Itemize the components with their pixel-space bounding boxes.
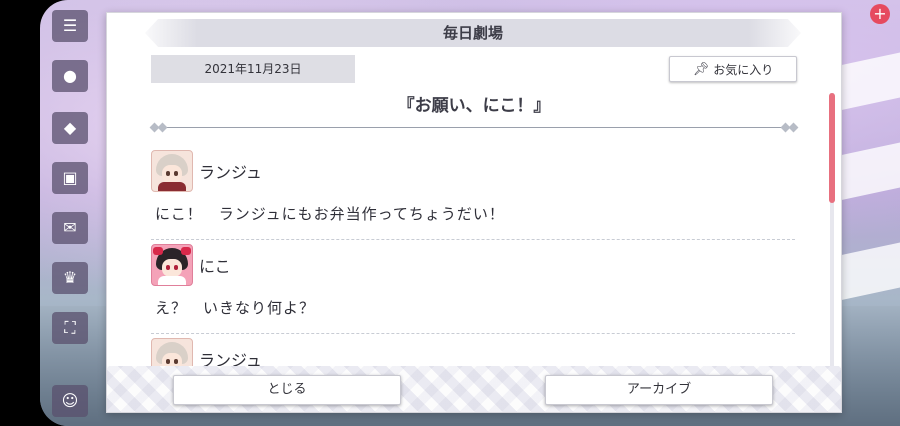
favorite-label: お気に入り bbox=[713, 62, 774, 77]
nico-avatar bbox=[151, 244, 193, 286]
speaker-row: ランジュ bbox=[151, 149, 262, 193]
close-button[interactable]: とじる bbox=[173, 375, 401, 405]
gift-icon[interactable]: ◆ bbox=[52, 112, 88, 144]
side-menu: ☰ ● ◆ ▣ ✉ ♛ ⛶ ☺ bbox=[44, 0, 98, 426]
archive-button[interactable]: アーカイブ bbox=[545, 375, 773, 405]
speaker-name: にこ bbox=[199, 257, 231, 276]
scrollbar-thumb[interactable] bbox=[829, 93, 835, 203]
entry-separator bbox=[151, 239, 795, 240]
dialogue-entry: にこ え？ いきなり何よ？ bbox=[151, 241, 795, 335]
divider-diamond bbox=[780, 122, 791, 133]
user-icon[interactable]: ☺ bbox=[52, 385, 88, 417]
plus-icon[interactable]: + bbox=[870, 4, 890, 24]
dialogue-text: え？ いきなり何よ？ bbox=[155, 299, 316, 317]
entry-separator bbox=[151, 333, 795, 334]
lanzhu-avatar bbox=[151, 150, 193, 192]
speaker-row: ランジュ bbox=[151, 337, 262, 367]
menu-icon[interactable]: ☰ bbox=[52, 10, 88, 42]
dialog-title: 毎日劇場 bbox=[442, 24, 503, 42]
trophy-icon[interactable]: ♛ bbox=[52, 262, 88, 294]
speaker-name: ランジュ bbox=[199, 351, 262, 367]
title-divider bbox=[149, 122, 799, 133]
mail-icon[interactable]: ✉ bbox=[52, 212, 88, 244]
dialogue-entry: ランジュ にこ！ ランジュにもお弁当作ってちょうだい！ bbox=[151, 147, 795, 241]
pin-icon: 📌︎ bbox=[692, 61, 710, 77]
dialogue-list[interactable]: ランジュ にこ！ ランジュにもお弁当作ってちょうだい！ にこ え？ いきなり何よ… bbox=[151, 147, 795, 367]
daily-theater-dialog: 毎日劇場 2021年11月23日 📌︎ お気に入り 『お願い、にこ！』 ランジュ… bbox=[106, 12, 842, 413]
present-icon[interactable]: ▣ bbox=[52, 162, 88, 194]
speaker-name: ランジュ bbox=[199, 163, 262, 182]
date-label: 2021年11月23日 bbox=[151, 55, 355, 83]
divider-diamond bbox=[157, 122, 168, 133]
speaker-row: にこ bbox=[151, 243, 231, 287]
favorite-button[interactable]: 📌︎ お気に入り bbox=[669, 56, 797, 82]
expand-icon[interactable]: ⛶ bbox=[52, 312, 88, 344]
dialogue-entry: ランジュ bbox=[151, 335, 795, 367]
divider-line bbox=[163, 127, 785, 128]
chat-icon[interactable]: ● bbox=[52, 60, 88, 92]
lanzhu-avatar bbox=[151, 338, 193, 367]
dialogue-text: にこ！ ランジュにもお弁当作ってちょうだい！ bbox=[155, 205, 505, 223]
story-title: 『お願い、にこ！』 bbox=[397, 96, 551, 116]
